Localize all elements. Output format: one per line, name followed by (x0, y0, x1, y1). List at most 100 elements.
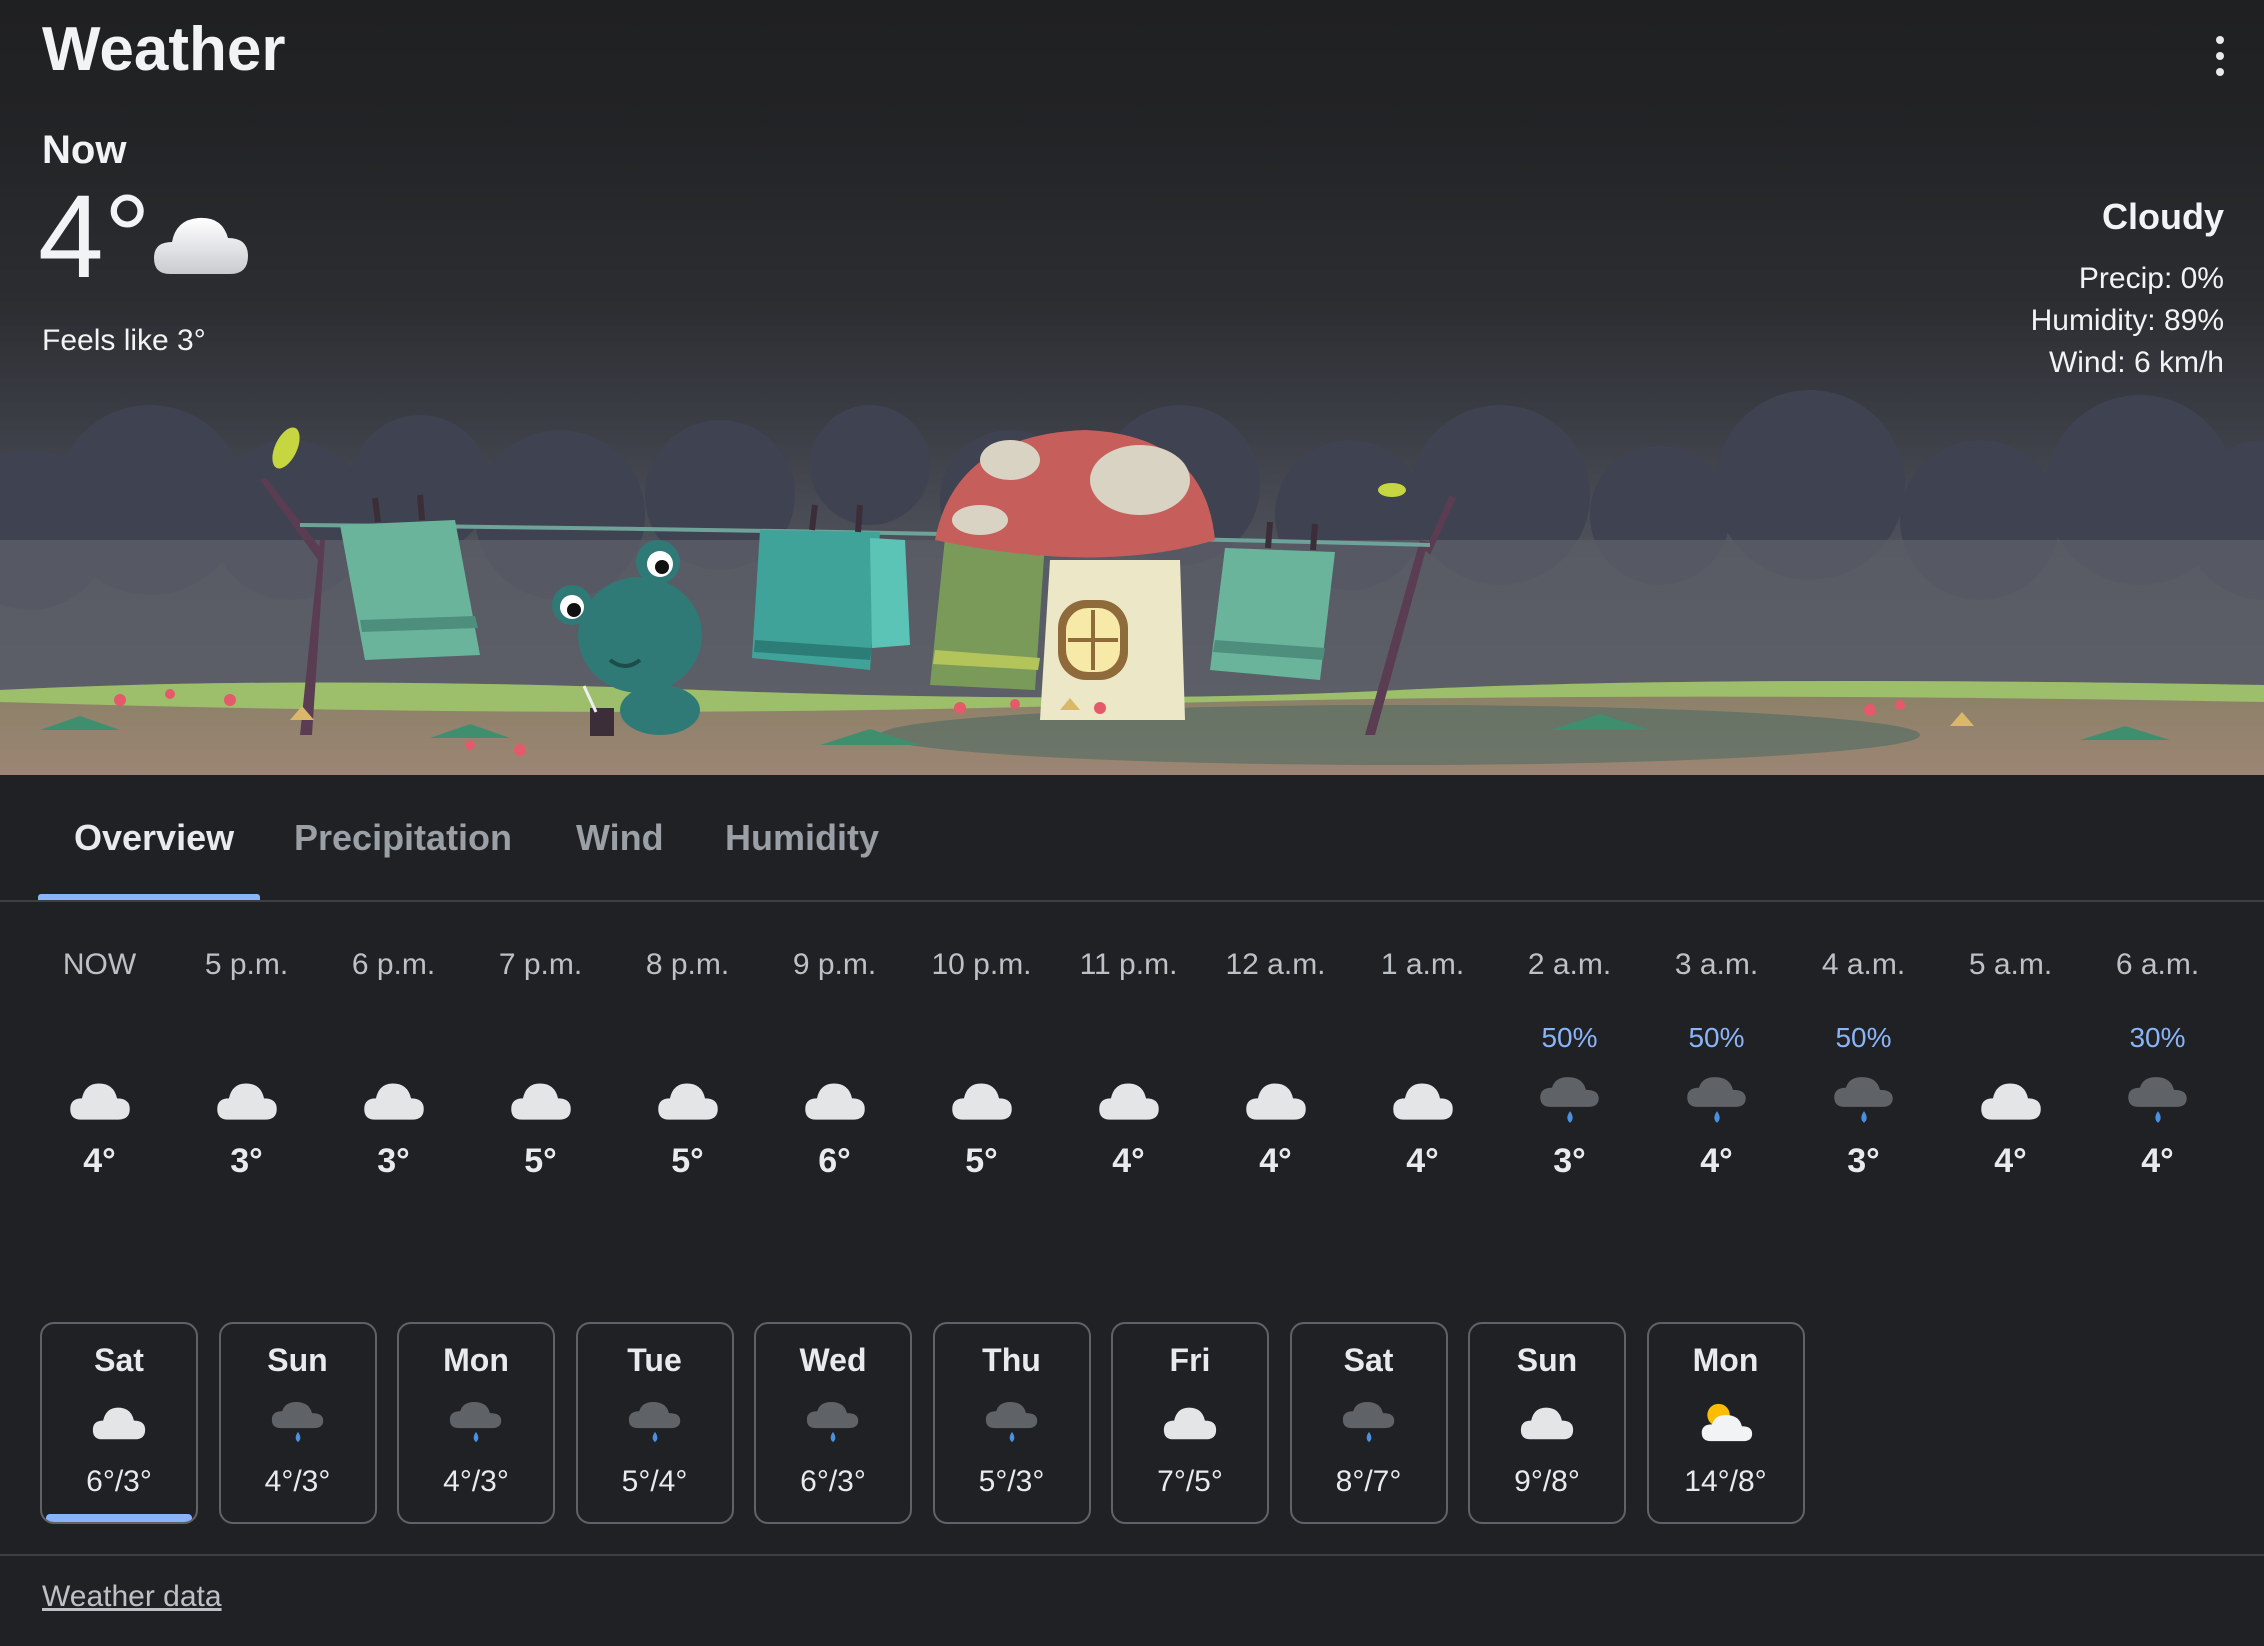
hour-temperature: 3° (377, 1142, 410, 1180)
hour-precip-chance (1349, 1016, 1496, 1060)
hour-precip-chance (467, 1016, 614, 1060)
hour-precip-chance (1202, 1016, 1349, 1060)
hour-time: 6 p.m. (351, 948, 436, 981)
rain-cloud-icon (756, 1385, 910, 1459)
cloud-icon (1202, 1060, 1349, 1140)
weather-data-link[interactable]: Weather data (42, 1580, 222, 1614)
cloud-icon (467, 1060, 614, 1140)
day-card[interactable]: Mon 4°/3° (397, 1322, 555, 1524)
cloud-icon (614, 1060, 761, 1140)
day-card[interactable]: Sat 6°/3° (40, 1322, 198, 1524)
day-card[interactable]: Mon 14°/8° (1646, 1322, 1805, 1524)
day-card[interactable]: Wed 6°/3° (754, 1322, 912, 1524)
hour-precip-chance: 50% (1835, 1022, 1892, 1053)
hour-temperature: 3° (1847, 1142, 1880, 1180)
hour-temperature: 4° (1994, 1142, 2027, 1180)
hourly-item: 4 a.m. 50% 3° (1790, 940, 1937, 1181)
hour-time: 11 p.m. (1079, 948, 1178, 981)
day-name: Sun (267, 1342, 328, 1378)
app-title: Weather (42, 15, 286, 84)
day-card[interactable]: Fri 7°/5° (1111, 1322, 1269, 1524)
rain-cloud-icon (221, 1385, 375, 1459)
hour-time: 12 a.m. (1225, 948, 1326, 981)
hour-time: 2 a.m. (1527, 948, 1612, 981)
hour-time: 6 a.m. (2115, 948, 2200, 981)
rain-cloud-icon (935, 1385, 1089, 1459)
day-card[interactable]: Sun 4°/3° (218, 1322, 377, 1524)
hourly-item: 10 p.m. 5° (908, 940, 1055, 1181)
hour-time: 5 p.m. (204, 948, 289, 981)
cloud-icon (1349, 1060, 1496, 1140)
hourly-item: 6 p.m. 3° (320, 940, 467, 1181)
wind-text: Wind: 6 km/h (2048, 346, 2224, 379)
hour-temperature: 5° (524, 1142, 557, 1180)
hour-time: 7 p.m. (498, 948, 583, 981)
condition-text: Cloudy (2102, 196, 2224, 237)
cloud-icon (1055, 1060, 1202, 1140)
cloud-icon (42, 1385, 196, 1459)
day-temperature-range: 5°/4° (621, 1465, 688, 1498)
partly-sunny-icon (1649, 1385, 1803, 1459)
hour-time: 5 a.m. (1968, 948, 2053, 981)
day-temperature-range: 4°/3° (264, 1465, 331, 1498)
hour-temperature: 4° (1112, 1142, 1145, 1180)
hour-time: 1 a.m. (1380, 948, 1465, 981)
weather-illustration (0, 390, 2264, 775)
divider (0, 1554, 2264, 1556)
tab-humidity[interactable]: Humidity (725, 817, 879, 859)
hourly-item: 11 p.m. 4° (1055, 940, 1202, 1181)
hourly-item: 5 p.m. 3° (173, 940, 320, 1181)
hour-temperature: 3° (230, 1142, 263, 1180)
day-card[interactable]: Thu 5°/3° (932, 1322, 1091, 1524)
cloud-icon (1470, 1385, 1624, 1459)
rain-cloud-icon (2084, 1060, 2231, 1140)
cloud-icon (173, 1060, 320, 1140)
active-tab-indicator (38, 894, 260, 900)
hourly-item: 3 a.m. 50% 4° (1643, 940, 1790, 1181)
day-temperature-range: 5°/3° (978, 1465, 1045, 1498)
hour-time: 4 a.m. (1821, 948, 1906, 981)
day-temperature-range: 14°/8° (1684, 1465, 1767, 1498)
hour-precip-chance (908, 1016, 1055, 1060)
hour-precip-chance (761, 1016, 908, 1060)
hour-precip-chance: 50% (1541, 1022, 1598, 1053)
hourly-item: 1 a.m. 4° (1349, 940, 1496, 1181)
hourly-item: 12 a.m. 4° (1202, 940, 1349, 1181)
hourly-item: 8 p.m. 5° (614, 940, 761, 1181)
hour-time: 9 p.m. (792, 948, 877, 981)
hour-precip-chance (26, 1016, 173, 1060)
rain-cloud-icon (578, 1385, 732, 1459)
day-name: Wed (799, 1342, 867, 1378)
hour-time: 10 p.m. (931, 948, 1032, 981)
cloud-icon (908, 1060, 1055, 1140)
day-card[interactable]: Sat 8°/7° (1289, 1322, 1448, 1524)
hour-temperature: 5° (671, 1142, 704, 1180)
precip-text: Precip: 0% (2078, 262, 2224, 295)
day-name: Sat (1343, 1342, 1394, 1378)
day-name: Sat (94, 1342, 144, 1378)
day-temperature-range: 7°/5° (1157, 1465, 1223, 1498)
rain-cloud-icon (399, 1385, 553, 1459)
selected-day-indicator (46, 1514, 192, 1522)
current-conditions: Cloudy Precip: 0% Humidity: 89% Wind: 6 … (2031, 196, 2224, 384)
hour-temperature: 4° (2141, 1142, 2174, 1180)
hour-temperature: 4° (1259, 1142, 1292, 1180)
day-temperature-range: 9°/8° (1514, 1465, 1580, 1498)
cloud-icon (26, 1060, 173, 1140)
tab-precipitation[interactable]: Precipitation (294, 817, 512, 859)
tab-overview[interactable]: Overview (74, 817, 234, 859)
day-name: Fri (1169, 1342, 1211, 1378)
cloud-icon (320, 1060, 467, 1140)
day-card[interactable]: Sun 9°/8° (1468, 1322, 1626, 1524)
hour-precip-chance: 50% (1688, 1022, 1745, 1053)
hourly-forecast: NOW 4° 5 p.m. 3° 6 p.m. 3° 7 p.m. 5° 8 p… (0, 940, 2264, 1260)
day-card[interactable]: Tue 5°/4° (575, 1322, 734, 1524)
humidity-text: Humidity: 89% (2030, 304, 2224, 337)
hourly-item: 2 a.m. 50% 3° (1496, 940, 1643, 1181)
more-options-icon[interactable] (2200, 30, 2240, 82)
hour-time: NOW (62, 948, 137, 981)
day-temperature-range: 6°/3° (86, 1465, 152, 1498)
tab-wind[interactable]: Wind (576, 817, 664, 859)
hour-precip-chance (320, 1016, 467, 1060)
rain-cloud-icon (1292, 1385, 1446, 1459)
